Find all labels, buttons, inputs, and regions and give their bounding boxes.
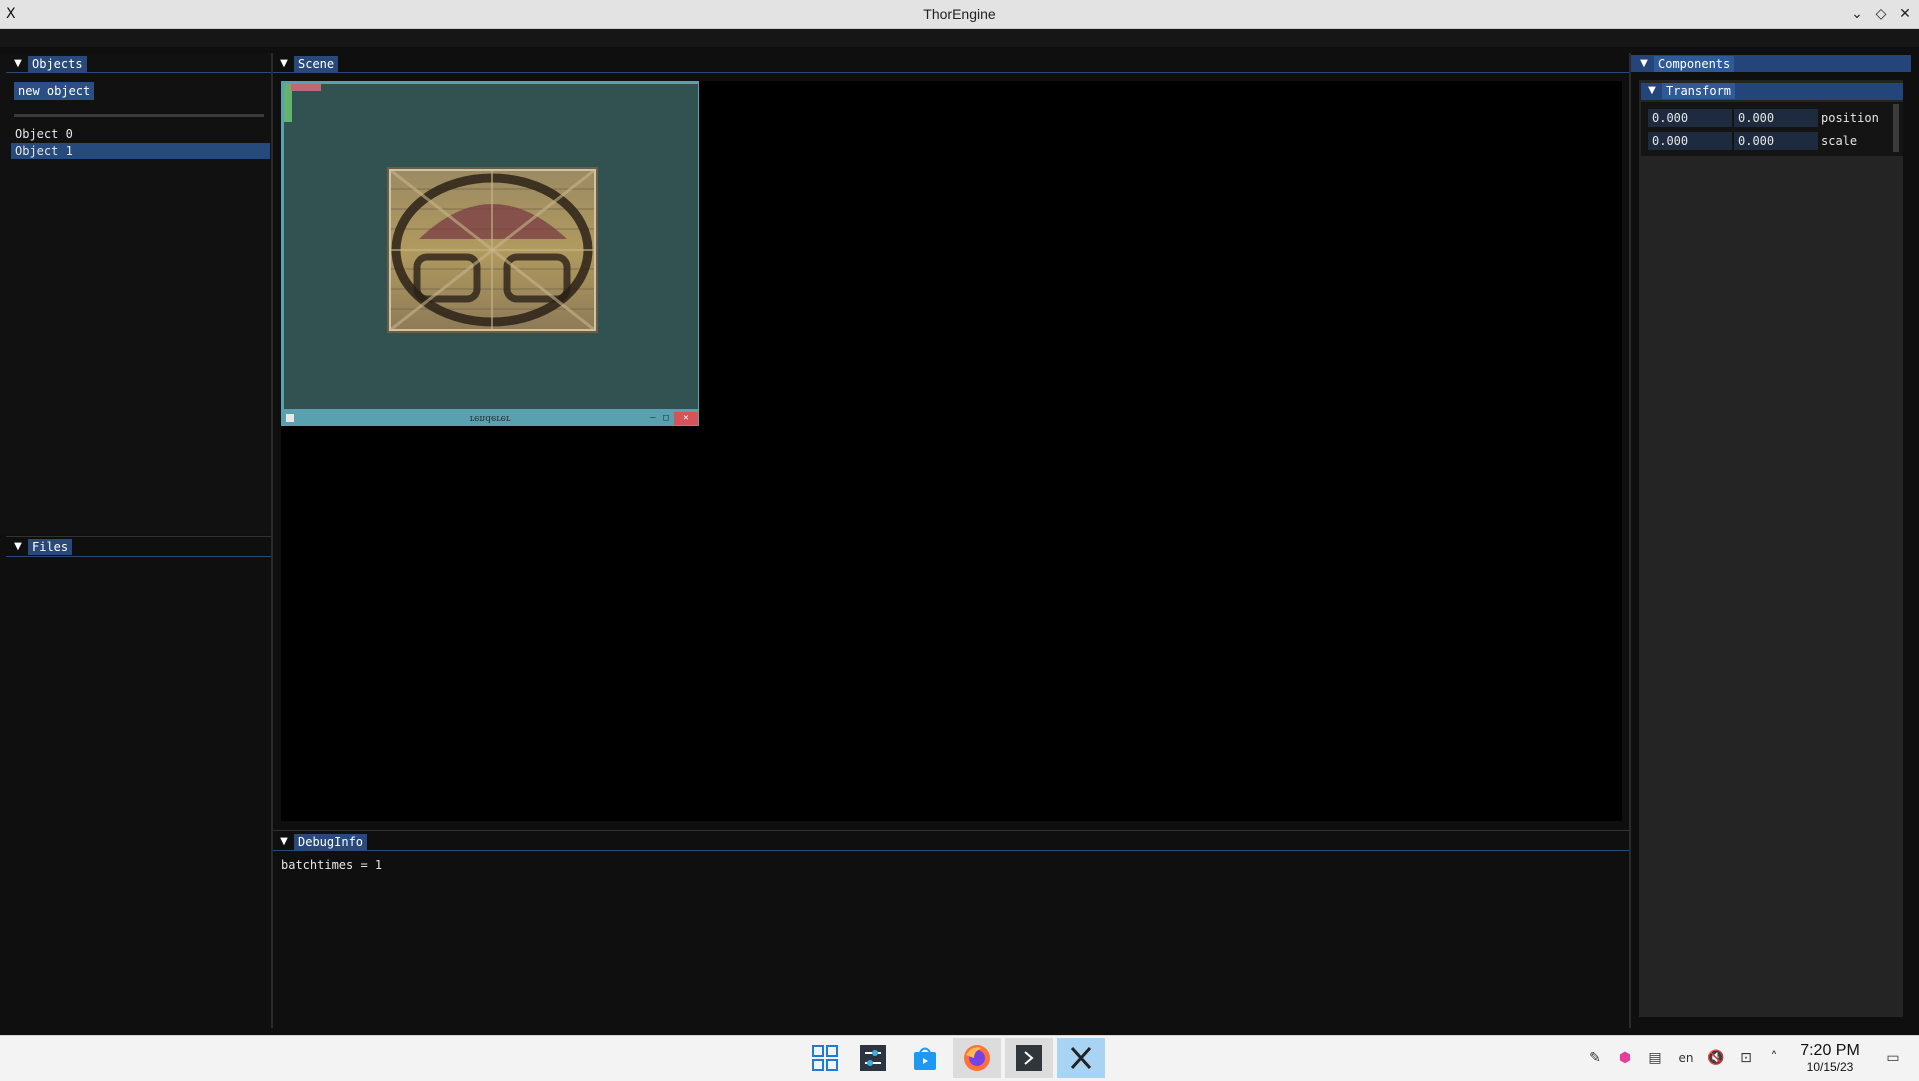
tab-debuginfo[interactable]: DebugInfo — [294, 834, 368, 850]
renderer-close-icon[interactable]: ✕ — [674, 412, 698, 425]
renderer-maximize-icon[interactable]: □ — [661, 412, 671, 425]
collapse-arrow-icon[interactable]: ▼ — [278, 56, 290, 72]
close-button[interactable]: ✕ — [1895, 4, 1915, 24]
scale-x-field[interactable]: 0.000 — [1648, 132, 1732, 150]
new-object-button[interactable]: new object — [14, 82, 95, 100]
scrollbar[interactable] — [1893, 104, 1899, 152]
components-content — [1639, 80, 1903, 1017]
renderer-app-icon — [286, 414, 294, 422]
tab-objects[interactable]: Objects — [28, 56, 87, 72]
position-y-field[interactable]: 0.000 — [1734, 109, 1818, 127]
collapse-arrow-icon[interactable]: ▼ — [12, 539, 24, 555]
panel-divider — [273, 830, 1629, 831]
renderer-title: renderer — [469, 413, 511, 423]
maximize-button[interactable]: ◇ — [1871, 4, 1891, 24]
keyboard-layout-icon[interactable]: en — [1676, 1046, 1696, 1070]
splitter-right[interactable] — [1629, 53, 1631, 1028]
separator — [14, 114, 264, 117]
crate-texture-image — [387, 167, 598, 333]
position-x-field[interactable]: 0.000 — [1648, 109, 1732, 127]
window-title: ThorEngine — [923, 6, 996, 22]
color-cube-icon[interactable]: ⬢ — [1615, 1046, 1635, 1070]
tab-scene[interactable]: Scene — [294, 56, 339, 72]
pen-icon[interactable]: ✎ — [1585, 1046, 1605, 1070]
expand-tray-icon[interactable]: ˄ — [1764, 1046, 1784, 1070]
show-desktop-icon[interactable]: ▭ — [1883, 1046, 1903, 1070]
start-menu-icon[interactable] — [801, 1038, 849, 1078]
transform-header-label: Transform — [1662, 83, 1736, 99]
panel-divider — [6, 536, 271, 537]
system-settings-icon[interactable] — [849, 1038, 897, 1078]
collapse-arrow-icon[interactable]: ▼ — [12, 56, 24, 72]
renderer-minimize-icon[interactable]: – — [648, 412, 658, 425]
list-item-object-1[interactable]: Object 1 — [11, 143, 270, 159]
menu-bar — [0, 29, 1919, 47]
firefox-icon[interactable] — [953, 1038, 1001, 1078]
discover-icon[interactable] — [901, 1038, 949, 1078]
clock-time[interactable]: 7:20 PM — [1790, 1042, 1870, 1060]
scale-y-field[interactable]: 0.000 — [1734, 132, 1818, 150]
tab-divider — [6, 72, 271, 73]
position-label: position — [1821, 111, 1879, 125]
minimize-button[interactable]: ⌄ — [1847, 4, 1867, 24]
renderer-marker-red — [291, 84, 321, 91]
tab-divider — [273, 72, 1629, 73]
tab-components[interactable]: Components — [1654, 56, 1735, 72]
splitter-left[interactable] — [271, 53, 273, 1028]
collapse-arrow-icon[interactable]: ▼ — [278, 834, 290, 850]
thorengine-icon[interactable] — [1057, 1038, 1105, 1078]
clock-date[interactable]: 10/15/23 — [1790, 1060, 1870, 1074]
tab-files[interactable]: Files — [28, 539, 73, 555]
terminal-icon[interactable] — [1005, 1038, 1053, 1078]
list-item-object-0[interactable]: Object 0 — [11, 126, 270, 142]
scale-label: scale — [1821, 134, 1858, 148]
tab-divider — [273, 850, 1629, 851]
network-icon[interactable]: ⊡ — [1736, 1046, 1756, 1070]
tab-divider — [6, 556, 271, 557]
clipboard-icon[interactable]: ▤ — [1645, 1046, 1665, 1070]
collapse-arrow-icon[interactable]: ▼ — [1638, 56, 1650, 72]
app-icon: X — [6, 6, 16, 22]
collapse-arrow-icon[interactable]: ▼ — [1646, 83, 1658, 99]
debug-line: batchtimes = 1 — [281, 858, 383, 872]
volume-muted-icon[interactable]: 🔇 — [1706, 1046, 1726, 1070]
